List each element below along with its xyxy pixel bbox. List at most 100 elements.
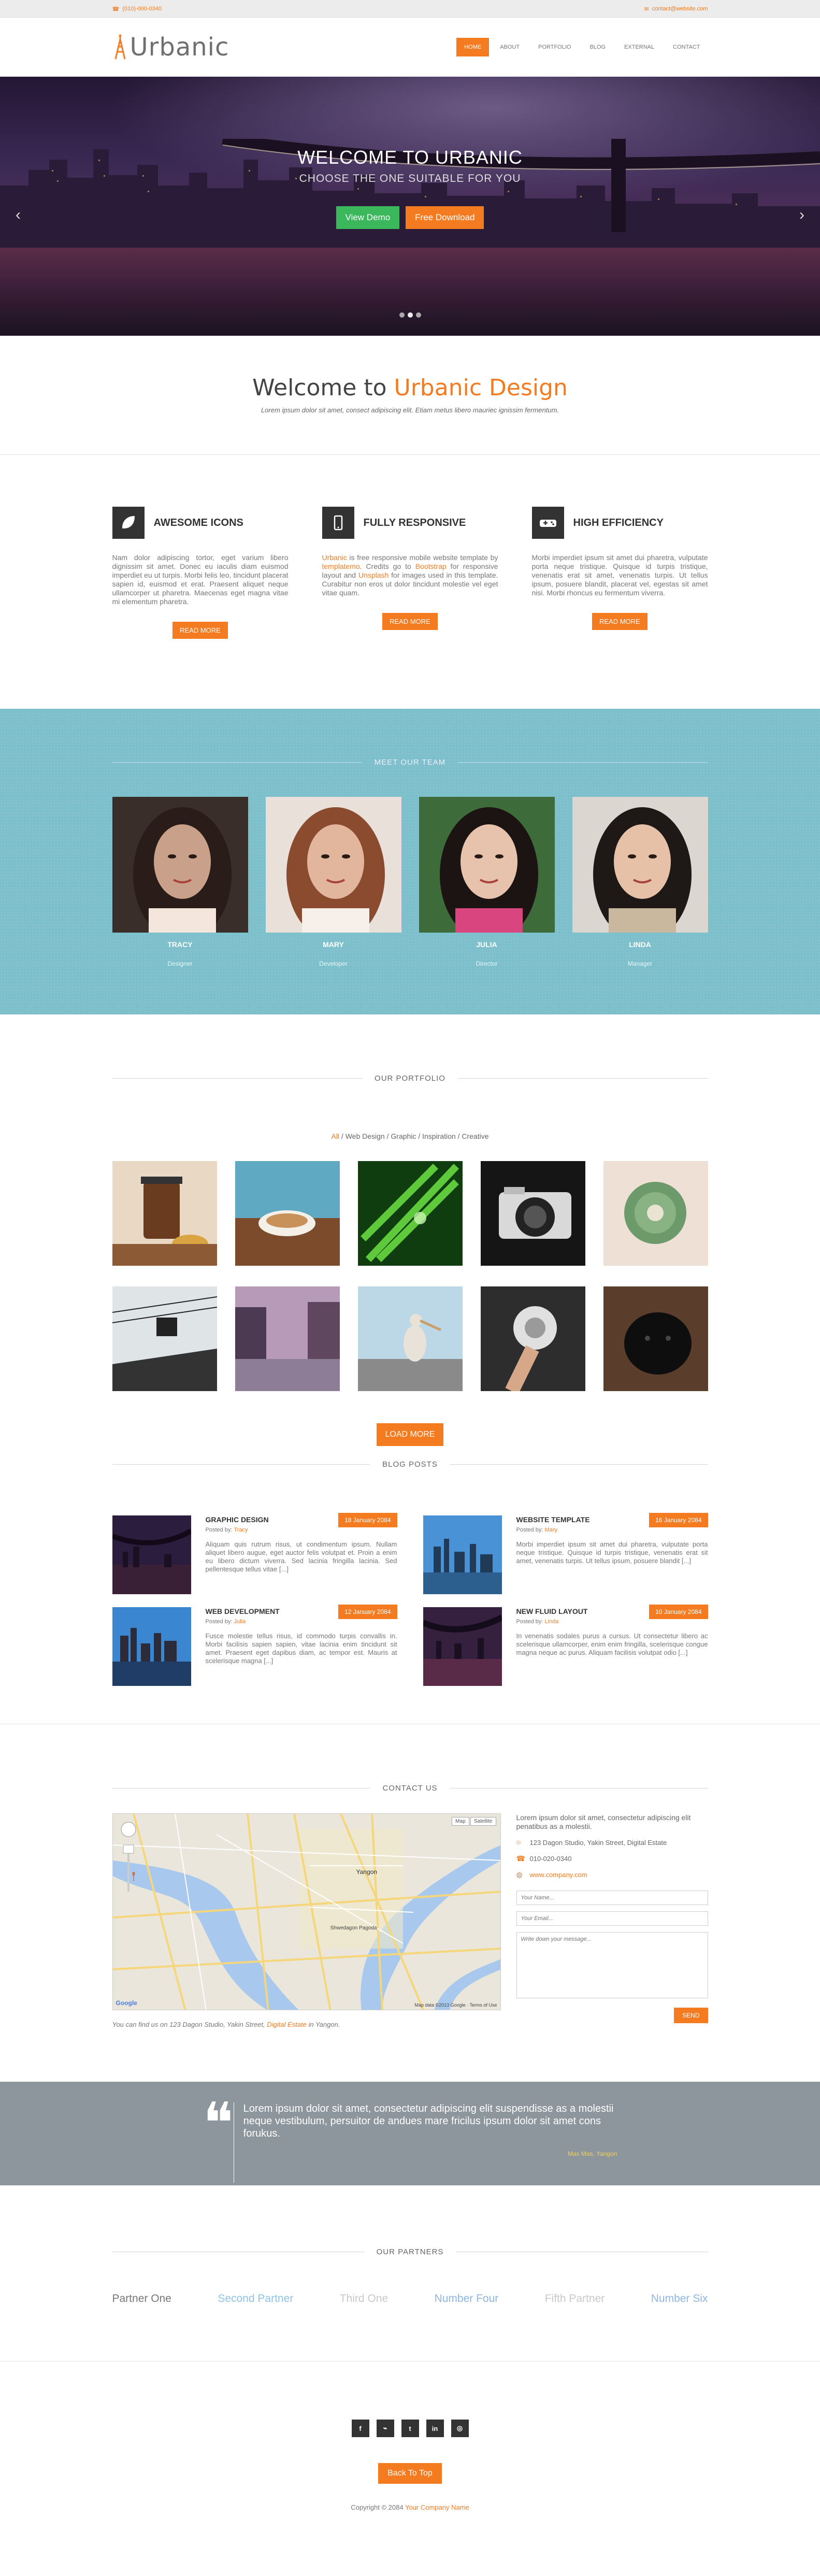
- company-link[interactable]: Your Company Name: [405, 2503, 469, 2511]
- nav-home[interactable]: HOME: [456, 38, 490, 56]
- member-photo[interactable]: [265, 797, 401, 933]
- chevron-left-icon[interactable]: ‹: [16, 206, 21, 224]
- feature-link[interactable]: Bootstrap: [415, 562, 447, 570]
- topbar-email[interactable]: ✉ contact@website.com: [644, 6, 708, 12]
- blog-thumbnail[interactable]: [112, 1607, 191, 1686]
- free-download-button[interactable]: Free Download: [406, 206, 484, 229]
- partner-logo[interactable]: Second Partner: [218, 2293, 293, 2305]
- feature-text-part: . Credits go to: [359, 562, 415, 570]
- nav-about[interactable]: ABOUT: [492, 38, 527, 56]
- read-more-button[interactable]: READ MORE: [382, 613, 438, 630]
- filter-inspiration[interactable]: Inspiration: [422, 1132, 456, 1140]
- blog-post-body: GRAPHIC DESIGN Posted by: Tracy 18 January…: [205, 1513, 397, 1594]
- contact-website: ◍ www.company.com: [516, 1870, 708, 1879]
- filter-all[interactable]: All: [331, 1132, 339, 1140]
- partners-heading: OUR PARTNERS: [112, 2248, 708, 2256]
- filter-graphic[interactable]: Graphic: [391, 1132, 416, 1140]
- portfolio-item[interactable]: [235, 1161, 340, 1266]
- load-more-button[interactable]: LOAD MORE: [377, 1423, 443, 1446]
- filter-web-design[interactable]: Web Design: [346, 1132, 385, 1140]
- feature-link[interactable]: templatemo: [322, 562, 360, 570]
- nav-blog[interactable]: BLOG: [582, 38, 613, 56]
- google-map[interactable]: Map Satellite Yangon Shwedagon Pagoda Go…: [112, 1813, 501, 2010]
- blog-post-author[interactable]: Linda: [545, 1619, 559, 1625]
- posted-by-label: Posted by:: [205, 1619, 233, 1625]
- portfolio-item[interactable]: [603, 1286, 708, 1391]
- portfolio-item[interactable]: [357, 1161, 463, 1266]
- portfolio-image-dandelion: [480, 1286, 585, 1391]
- portfolio-item[interactable]: [112, 1286, 217, 1391]
- member-role: Developer: [319, 960, 348, 967]
- portfolio-item[interactable]: [480, 1161, 585, 1266]
- nav-contact[interactable]: CONTACT: [665, 38, 708, 56]
- partners-heading-text: OUR PARTNERS: [376, 2248, 444, 2256]
- blog-thumbnail[interactable]: [112, 1515, 191, 1594]
- blog-post-excerpt: Aliquam quis rutrum risus, ut condimentu…: [205, 1540, 397, 1573]
- slider-dot[interactable]: [407, 312, 413, 318]
- partners-section: OUR PARTNERS Partner One Second Partner Th…: [0, 2185, 820, 2362]
- name-field[interactable]: [516, 1891, 708, 1905]
- topbar-phone[interactable]: ☎ (010)-000-0340: [112, 6, 162, 12]
- phone-text: 010-020-0340: [529, 1855, 572, 1863]
- divider: [112, 762, 362, 763]
- slider-dot[interactable]: [415, 312, 421, 318]
- linkedin-icon[interactable]: in: [426, 2420, 444, 2437]
- feature-link[interactable]: Unsplash: [358, 571, 389, 579]
- contact-intro: Lorem ipsum dolor sit amet, consectetur …: [516, 1813, 691, 1830]
- filter-separator: /: [339, 1132, 346, 1140]
- back-to-top-button[interactable]: Back To Top: [378, 2463, 442, 2484]
- read-more-button[interactable]: READ MORE: [592, 613, 648, 630]
- nav-external[interactable]: EXTERNAL: [616, 38, 662, 56]
- satellite-view-button[interactable]: Satellite: [470, 1817, 496, 1826]
- email-field[interactable]: [516, 1911, 708, 1926]
- blog-thumbnail[interactable]: [423, 1607, 502, 1686]
- blog-section: BLOG POSTS GRAPHIC DESIGN Posted by: Trac…: [0, 1460, 820, 1724]
- blog-thumbnail[interactable]: [423, 1515, 502, 1594]
- partner-logo[interactable]: Number Six: [651, 2293, 708, 2305]
- partner-logo[interactable]: Partner One: [112, 2293, 171, 2305]
- divider: [112, 1464, 370, 1465]
- member-photo[interactable]: [112, 797, 248, 933]
- member-photo[interactable]: [572, 797, 708, 933]
- findus-post: in Yangon.: [308, 2021, 340, 2028]
- partner-logo[interactable]: Fifth Partner: [545, 2293, 605, 2305]
- message-field[interactable]: [516, 1932, 708, 1998]
- dribbble-icon[interactable]: ◎: [451, 2420, 469, 2437]
- feature-header: AWESOME ICONS: [112, 507, 289, 539]
- twitter-icon[interactable]: t: [401, 2420, 419, 2437]
- member-role: Director: [476, 960, 498, 967]
- facebook-icon[interactable]: f: [351, 2420, 369, 2437]
- map-view-button[interactable]: Map: [452, 1817, 469, 1826]
- chevron-right-icon[interactable]: ›: [799, 206, 804, 224]
- partner-logo[interactable]: Third One: [340, 2293, 388, 2305]
- portfolio-item[interactable]: [235, 1286, 340, 1391]
- findus-link[interactable]: Digital Estate: [267, 2021, 307, 2028]
- send-button[interactable]: SEND: [674, 2008, 708, 2023]
- contact-info: Lorem ipsum dolor sit amet, consectetur …: [516, 1813, 708, 2028]
- logo[interactable]: Urbanic: [112, 33, 229, 62]
- portfolio-item[interactable]: [112, 1161, 217, 1266]
- portfolio-filters: All / Web Design / Graphic / Inspiration…: [112, 1132, 708, 1140]
- partner-list: Partner One Second Partner Third One Number…: [112, 2293, 708, 2305]
- blog-post-author[interactable]: Mary: [545, 1527, 557, 1533]
- member-photo[interactable]: [419, 797, 555, 933]
- portfolio-image-green-leaf: [357, 1161, 463, 1266]
- filter-creative[interactable]: Creative: [462, 1132, 488, 1140]
- team-member: TRACY Designer: [112, 797, 248, 967]
- blog-post-author[interactable]: Tracy: [234, 1527, 248, 1533]
- website-link[interactable]: www.company.com: [530, 1871, 587, 1879]
- contact-address: ⌾ 123 Dagon Studio, Yakin Street, Digital…: [516, 1838, 708, 1847]
- findus-pre: You can find us on 123 Dagon Studio, Yak…: [112, 2021, 265, 2028]
- rss-icon[interactable]: ⌁: [376, 2420, 394, 2437]
- portfolio-item[interactable]: [357, 1286, 463, 1391]
- view-demo-button[interactable]: View Demo: [336, 206, 400, 229]
- feature-link[interactable]: Urbanic: [322, 553, 347, 562]
- blog-post-author[interactable]: Julia: [234, 1619, 246, 1625]
- tower-logo-icon: [114, 34, 125, 60]
- slider-dot[interactable]: [399, 312, 405, 318]
- portfolio-item[interactable]: [480, 1286, 585, 1391]
- nav-portfolio[interactable]: PORTFOLIO: [530, 38, 579, 56]
- partner-logo[interactable]: Number Four: [435, 2293, 499, 2305]
- portfolio-item[interactable]: [603, 1161, 708, 1266]
- read-more-button[interactable]: READ MORE: [172, 622, 228, 639]
